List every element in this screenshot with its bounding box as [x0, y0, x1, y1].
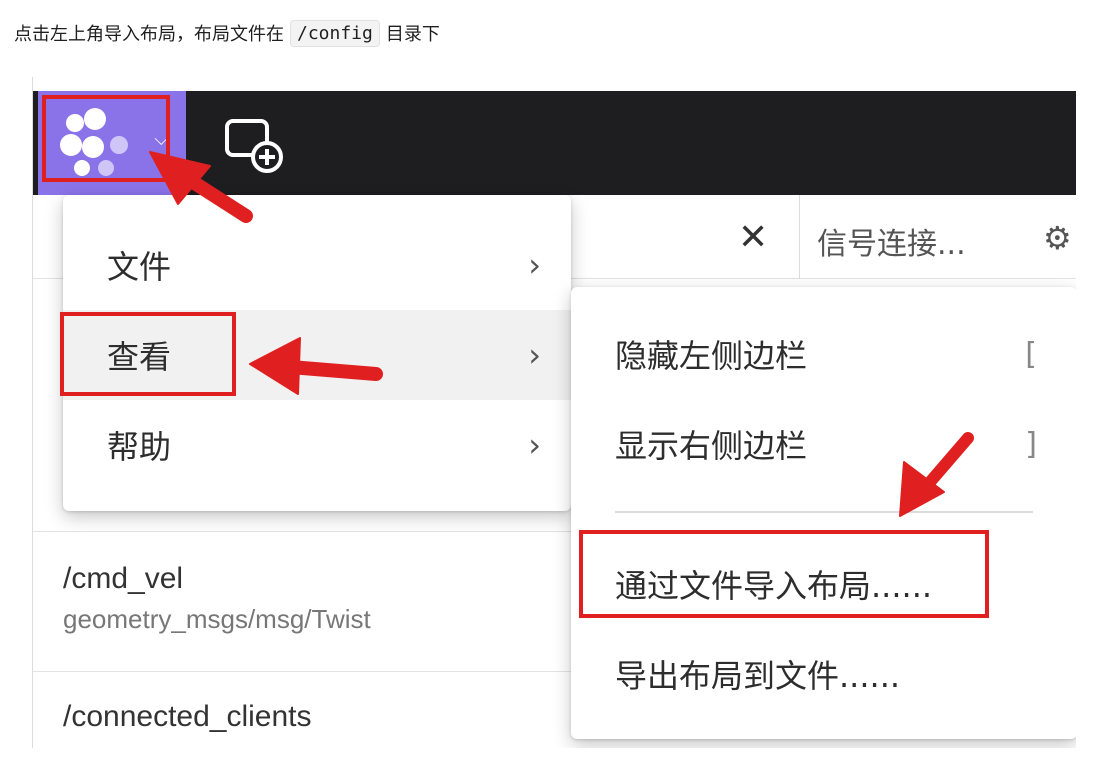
chevron-right-icon: ›	[528, 336, 541, 374]
app-screenshot: ⌵ ✕ 信号连接... ⚙ /cmd_vel geometry_msgs/msg…	[32, 77, 1076, 748]
shortcut-key: ]	[1025, 426, 1037, 462]
app-menu-button[interactable]: ⌵	[38, 91, 186, 195]
list-item[interactable]: /cmd_vel geometry_msgs/msg/Twist	[33, 531, 633, 671]
menu-item-label: 显示右侧边栏	[615, 427, 808, 465]
instruction-caption: 点击左上角导入布局，布局文件在 /config 目录下	[14, 14, 440, 52]
caption-text-before: 点击左上角导入布局，布局文件在	[14, 24, 284, 45]
chevron-right-icon: ›	[528, 246, 541, 284]
list-item[interactable]: /connected_clients	[33, 671, 633, 748]
menu-item-import-layout[interactable]: 通过文件导入布局......	[571, 539, 1076, 629]
menu-item-label: 导出布局到文件......	[615, 657, 901, 695]
config-path-code: /config	[290, 19, 380, 47]
menu-item-file[interactable]: 文件 ›	[63, 220, 571, 310]
menu-item-label: 文件	[107, 248, 172, 286]
topic-name: /cmd_vel	[63, 562, 184, 595]
signal-connection-label[interactable]: 信号连接...	[817, 219, 966, 263]
close-icon[interactable]: ✕	[738, 217, 768, 258]
menu-item-label: 查看	[107, 338, 172, 376]
chevron-right-icon: ›	[528, 426, 541, 464]
menu-item-export-layout[interactable]: 导出布局到文件......	[571, 629, 1076, 719]
menu-divider	[615, 511, 1033, 513]
gear-icon[interactable]: ⚙	[1043, 219, 1072, 257]
menu-item-show-right-sidebar[interactable]: 显示右侧边栏 ]	[571, 399, 1076, 489]
add-panel-icon[interactable]	[223, 115, 283, 175]
app-logo-icon	[60, 108, 140, 178]
menu-item-hide-left-sidebar[interactable]: 隐藏左侧边栏 [	[571, 309, 1076, 399]
shortcut-key: [	[1025, 336, 1037, 372]
menu-item-label: 帮助	[107, 428, 172, 466]
app-dropdown-menu: 文件 › 查看 › 帮助 ›	[63, 195, 571, 511]
chevron-down-icon: ⌵	[154, 129, 168, 150]
view-submenu: 隐藏左侧边栏 [ 显示右侧边栏 ] 通过文件导入布局...... 导出布局到文件…	[571, 287, 1076, 739]
menu-item-label: 通过文件导入布局......	[615, 567, 933, 605]
caption-text-after: 目录下	[385, 24, 440, 45]
menu-item-view[interactable]: 查看 ›	[63, 310, 571, 400]
menu-item-label: 隐藏左侧边栏	[615, 337, 808, 375]
menu-item-help[interactable]: 帮助 ›	[63, 400, 571, 490]
toolbar-divider	[799, 195, 800, 279]
topic-name: /connected_clients	[63, 700, 312, 733]
topic-type: geometry_msgs/msg/Twist	[63, 604, 371, 634]
app-bar: ⌵	[33, 91, 1076, 195]
